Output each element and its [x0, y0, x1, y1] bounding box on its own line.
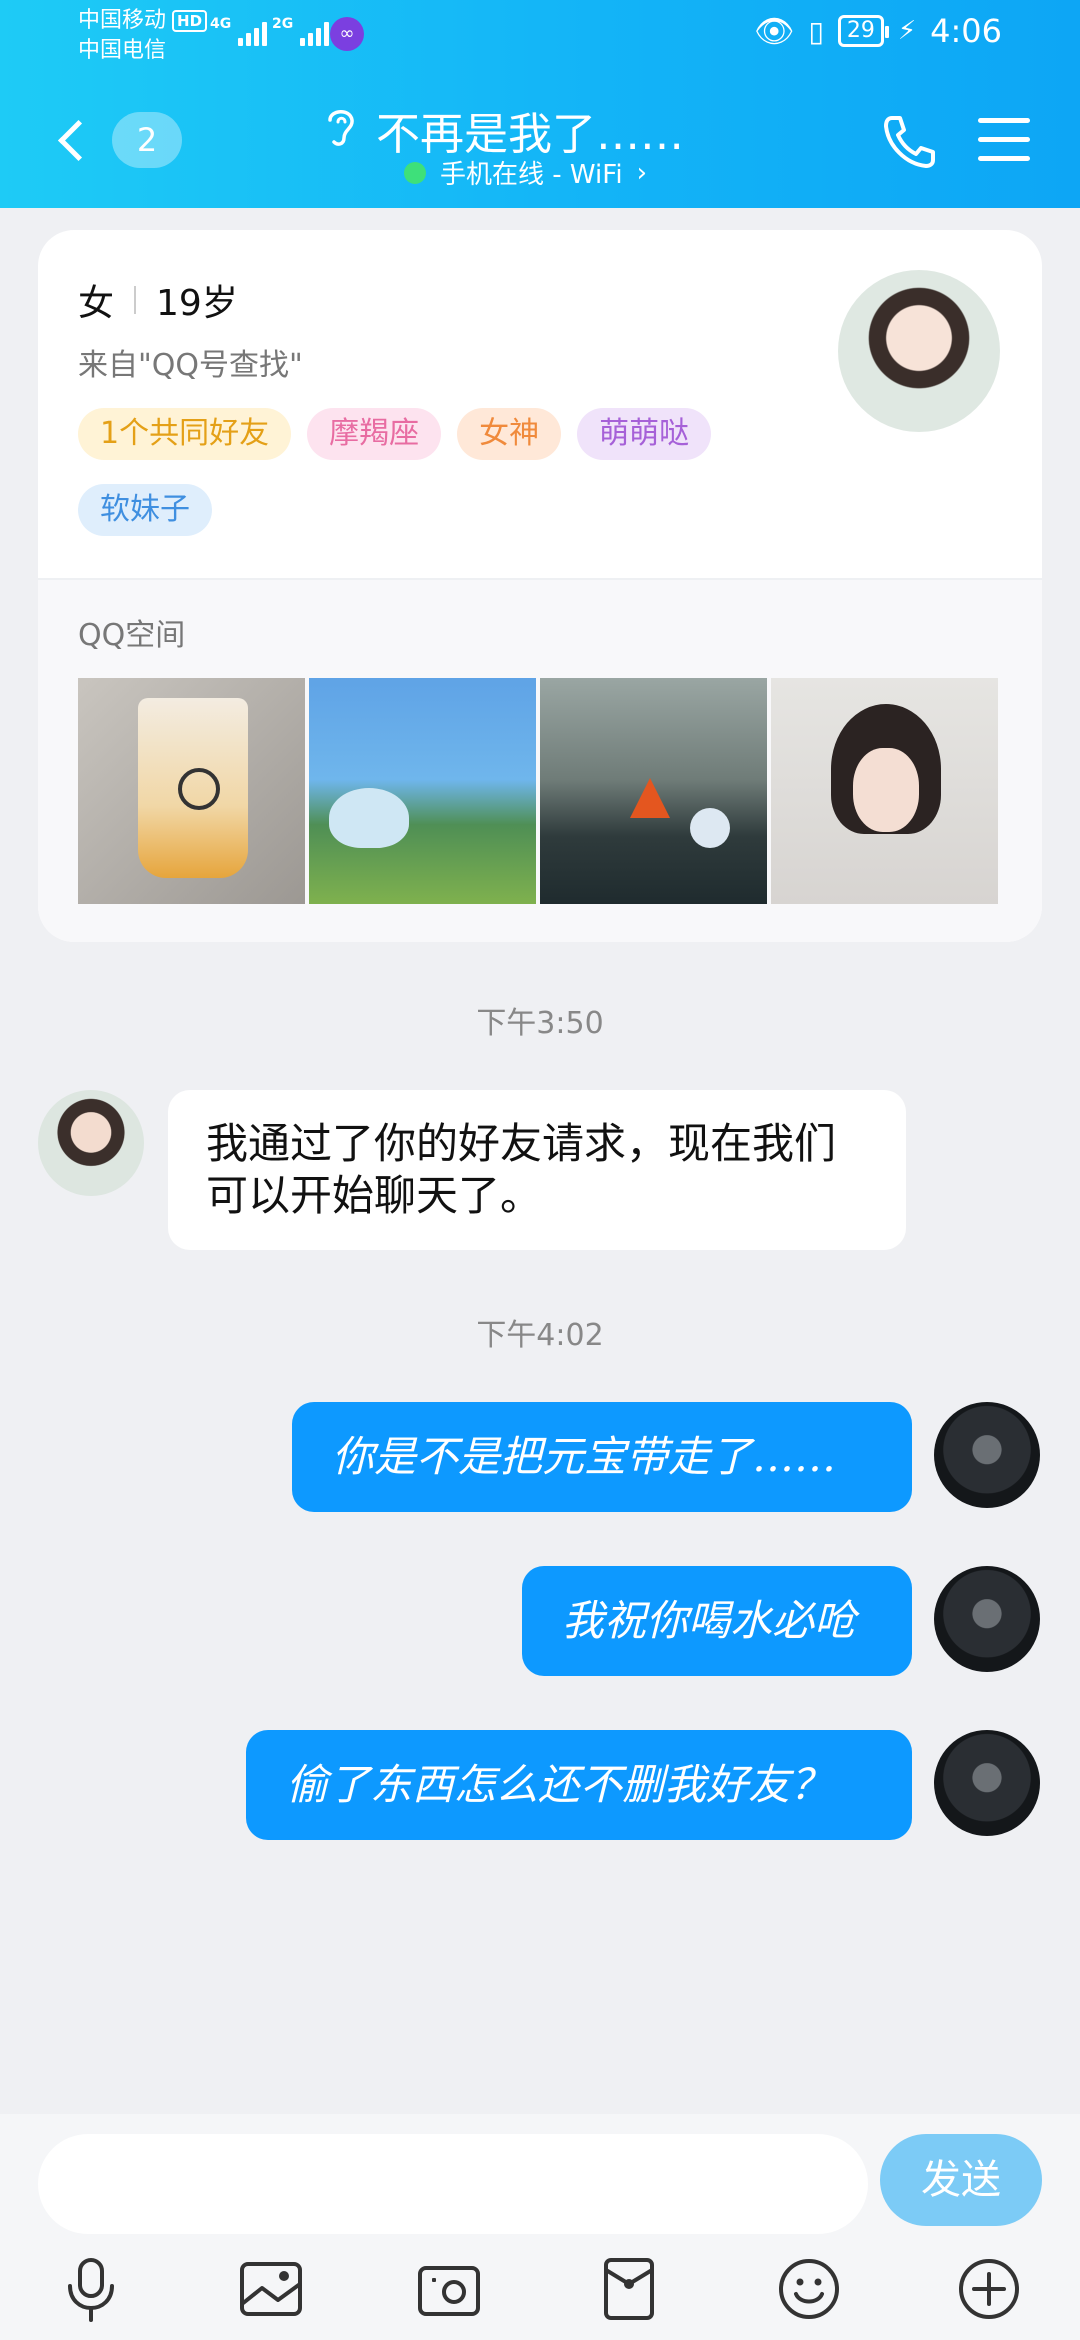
back-button[interactable] [48, 110, 98, 170]
divider [134, 286, 137, 314]
outgoing-message[interactable]: 偷了东西怎么还不删我好友？ [246, 1730, 912, 1840]
qzone-section[interactable]: QQ空间 [38, 580, 1042, 942]
qzone-photo[interactable] [540, 678, 767, 904]
qzone-photo[interactable] [771, 678, 998, 904]
unread-count-badge[interactable]: 2 [112, 112, 182, 168]
signal-icon-2: 2G [272, 16, 330, 46]
profile-tags: 1个共同好友 摩羯座 女神 萌萌哒 软妹子 [78, 408, 838, 536]
qzone-photo[interactable] [309, 678, 536, 904]
online-dot [404, 161, 426, 184]
camera-icon[interactable] [414, 2254, 484, 2324]
carrier-info: 中国移动 HD 中国电信 [78, 6, 208, 66]
my-avatar[interactable] [934, 1730, 1040, 1836]
tag: 萌萌哒 [577, 408, 712, 460]
input-toolbar [0, 2254, 1080, 2340]
vibrate-icon: ▯ [808, 14, 824, 48]
hd-badge: HD [172, 10, 208, 32]
red-packet-icon[interactable] [594, 2254, 664, 2324]
ear-icon[interactable] [322, 104, 358, 150]
contact-avatar[interactable] [38, 1090, 144, 1196]
profile-avatar[interactable] [838, 270, 1000, 432]
chat-title[interactable]: 不再是我了…… [376, 98, 684, 162]
image-icon[interactable] [236, 2254, 306, 2324]
tag: 女神 [457, 408, 562, 460]
tag-mutual-friends[interactable]: 1个共同好友 [78, 408, 292, 460]
eye-icon: 👁 [753, 12, 795, 50]
carrier-secondary: 中国电信 [78, 38, 167, 63]
emoji-icon[interactable] [774, 2254, 844, 2324]
tag: 软妹子 [78, 484, 212, 536]
microphone-icon[interactable] [56, 2254, 126, 2324]
profile-card[interactable]: 女 19岁 来自"QQ号查找" 1个共同好友 摩羯座 女神 萌萌哒 软妹子 QQ… [38, 230, 1042, 942]
message-timestamp: 下午3:50 [476, 1006, 604, 1041]
my-avatar[interactable] [934, 1402, 1040, 1508]
charging-icon: ⚡ [897, 16, 917, 46]
tag-zodiac: 摩羯座 [307, 408, 442, 460]
outgoing-message[interactable]: 你是不是把元宝带走了…… [292, 1402, 912, 1512]
online-status-text: 手机在线 - WiFi [440, 160, 623, 190]
gender: 女 [78, 283, 115, 324]
age: 19岁 [156, 283, 238, 324]
battery-icon: 29 [837, 15, 889, 47]
qzone-photo[interactable] [78, 678, 305, 904]
friend-source: 来自"QQ号查找" [78, 348, 303, 383]
plus-icon[interactable] [954, 2254, 1024, 2324]
qzone-photos [78, 678, 998, 904]
profile-info: 女 19岁 来自"QQ号查找" 1个共同好友 摩羯座 女神 萌萌哒 软妹子 [38, 230, 1042, 578]
phone-icon[interactable] [878, 110, 940, 172]
outgoing-message[interactable]: 我祝你喝水必呛 [522, 1566, 912, 1676]
loop-app-icon: ∞ [330, 17, 364, 51]
message-input[interactable] [38, 2134, 868, 2234]
my-avatar[interactable] [934, 1566, 1040, 1672]
signal-icon: 4G [210, 16, 268, 46]
online-status[interactable]: 手机在线 - WiFi › [404, 154, 647, 191]
carrier-primary: 中国移动 [78, 8, 167, 33]
chat-header: 中国移动 HD 中国电信 4G 2G ∞ 👁 ▯ 29 ⚡ 4:06 2 不再是… [0, 0, 1080, 208]
message-timestamp: 下午4:02 [476, 1318, 604, 1353]
incoming-message[interactable]: 我通过了你的好友请求，现在我们可以开始聊天了。 [168, 1090, 906, 1250]
gender-age: 女 19岁 [78, 274, 238, 326]
send-button[interactable]: 发送 [880, 2134, 1042, 2226]
clock: 4:06 [930, 12, 1002, 50]
chevron-right-icon: › [636, 157, 647, 188]
menu-icon[interactable] [978, 118, 1030, 162]
qzone-label: QQ空间 [78, 618, 186, 653]
status-right: 👁 ▯ 29 ⚡ 4:06 [754, 12, 1002, 50]
input-bar: 发送 [0, 2114, 1080, 2340]
